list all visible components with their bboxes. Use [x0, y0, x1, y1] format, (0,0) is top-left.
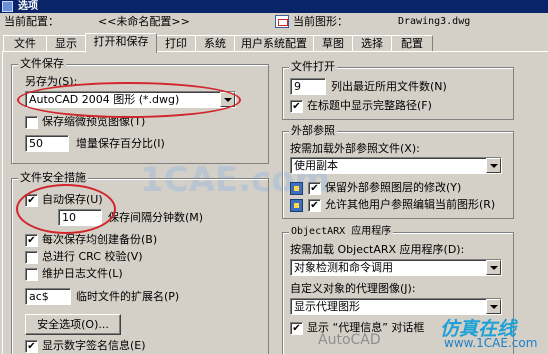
- watermark-autocad: AutoCAD: [318, 332, 381, 348]
- proxy-info-checkbox[interactable]: ✔: [290, 322, 303, 335]
- xref-title: 外部参照: [289, 124, 337, 138]
- allow-edit-checkbox[interactable]: ✔: [308, 199, 321, 212]
- window-title: 选项: [18, 1, 38, 12]
- watermark-url: www.1CAE.com: [444, 336, 538, 350]
- backup-label: 每次保存均创建备份(B): [42, 233, 158, 246]
- incremental-save-input[interactable]: 50: [25, 135, 69, 152]
- save-as-label: 另存为(S):: [25, 75, 78, 88]
- security-options-button[interactable]: 安全选项(O)...: [25, 314, 121, 335]
- file-open-title: 文件打开: [289, 60, 337, 74]
- save-as-value: AutoCAD 2004 图形 (*.dwg): [29, 93, 180, 106]
- retain-changes-checkbox[interactable]: ✔: [308, 182, 321, 195]
- recent-files-label: 列出最近所用文件数(N): [331, 80, 447, 93]
- tab-profiles[interactable]: 配置: [391, 35, 433, 52]
- tab-user-preferences[interactable]: 用户系统配置: [234, 35, 314, 52]
- full-path-label: 在标题中显示完整路径(F): [307, 99, 432, 112]
- thumbnail-checkbox[interactable]: [25, 116, 38, 129]
- tab-drafting[interactable]: 草图: [313, 35, 353, 52]
- temp-extension-label: 临时文件的扩展名(P): [76, 290, 180, 303]
- proxy-image-value: 显示代理图形: [294, 300, 360, 313]
- file-save-title: 文件保存: [18, 57, 66, 71]
- incremental-save-label: 增量保存百分比(I): [76, 137, 165, 150]
- crc-label: 总进行 CRC 校验(V): [42, 250, 143, 263]
- xref-edit-icon: [290, 199, 303, 212]
- tab-plot[interactable]: 打印: [156, 35, 196, 52]
- allow-edit-label: 允许其他用户参照编辑当前图形(R): [325, 198, 496, 211]
- tab-strip: 文件 显示 打开和保存 打印 系统 用户系统配置 草图 选择 配置: [0, 33, 548, 53]
- chevron-down-icon[interactable]: [220, 92, 235, 107]
- chevron-down-icon[interactable]: [486, 158, 501, 173]
- options-app-icon: [2, 1, 13, 12]
- current-drawing-value: Drawing3.dwg: [398, 16, 471, 27]
- recent-files-input[interactable]: 9: [290, 78, 326, 95]
- tab-open-and-save[interactable]: 打开和保存: [85, 33, 157, 53]
- chevron-down-icon[interactable]: [486, 260, 501, 275]
- temp-extension-input[interactable]: ac$: [25, 288, 71, 305]
- digital-signature-label: 显示数字签名信息(E): [42, 339, 146, 352]
- save-as-dropdown[interactable]: AutoCAD 2004 图形 (*.dwg): [25, 91, 236, 108]
- proxy-image-dropdown[interactable]: 显示代理图形: [290, 298, 502, 315]
- digital-signature-checkbox[interactable]: ✔: [25, 340, 38, 353]
- xref-demand-load-value: 使用副本: [294, 159, 338, 172]
- objectarx-title: ObjectARX 应用程序: [289, 225, 394, 239]
- autosave-interval-input[interactable]: 10: [58, 209, 102, 226]
- autosave-interval-label: 保存间隔分钟数(M): [108, 211, 204, 224]
- arx-demand-load-value: 对象检测和命令调用: [294, 261, 393, 274]
- file-safety-title: 文件安全措施: [18, 171, 88, 185]
- autosave-label: 自动保存(U): [42, 193, 103, 206]
- tab-system[interactable]: 系统: [195, 35, 235, 52]
- xref-demand-load-dropdown[interactable]: 使用副本: [290, 157, 502, 174]
- tab-selection[interactable]: 选择: [352, 35, 392, 52]
- current-profile-label: 当前配置：: [4, 15, 59, 28]
- log-file-checkbox[interactable]: [25, 268, 38, 281]
- tab-display[interactable]: 显示: [46, 35, 86, 52]
- xref-demand-load-label: 按需加载外部参照文件(X):: [290, 142, 420, 155]
- current-profile-value: <<未命名配置>>: [98, 15, 190, 28]
- proxy-image-label: 自定义对象的代理图像(J):: [290, 282, 416, 295]
- retain-changes-label: 保留外部参照图层的修改(Y): [325, 181, 462, 194]
- thumbnail-label: 保存缩微预览图像(T): [42, 115, 146, 128]
- crc-checkbox[interactable]: [25, 251, 38, 264]
- arx-demand-load-dropdown[interactable]: 对象检测和命令调用: [290, 259, 502, 276]
- full-path-checkbox[interactable]: ✔: [290, 100, 303, 113]
- backup-checkbox[interactable]: ✔: [25, 234, 38, 247]
- arx-demand-load-label: 按需加载 ObjectARX 应用程序(D):: [290, 243, 465, 256]
- xref-layer-icon: [290, 182, 303, 195]
- autosave-checkbox[interactable]: ✔: [25, 194, 38, 207]
- log-file-label: 维护日志文件(L): [42, 267, 123, 280]
- drawing-icon: [275, 15, 289, 28]
- chevron-down-icon[interactable]: [486, 299, 501, 314]
- title-bar: 选项: [0, 0, 548, 13]
- current-drawing-label: 当前图形：: [293, 15, 348, 28]
- tab-files[interactable]: 文件: [3, 35, 47, 52]
